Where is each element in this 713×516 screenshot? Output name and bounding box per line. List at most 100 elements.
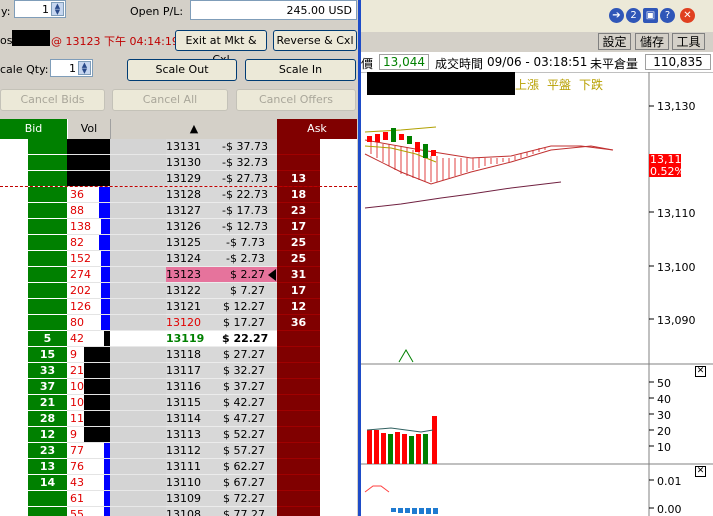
order-cell[interactable]	[110, 363, 166, 379]
ladder-row[interactable]: 88 13127 -$ 17.73 23	[0, 203, 357, 219]
ask-header[interactable]: Ask	[277, 119, 357, 139]
order-cell[interactable]	[110, 475, 166, 491]
ask-cell[interactable]: 12	[277, 299, 320, 315]
bid-cell[interactable]: 14	[28, 475, 67, 491]
ask-cell[interactable]	[277, 155, 320, 171]
save-button[interactable]: 儲存	[635, 33, 669, 50]
reverse-button[interactable]: Reverse & Cxl	[273, 30, 357, 51]
bid-cell[interactable]	[28, 315, 67, 331]
price-cell[interactable]: 13118	[166, 347, 222, 363]
price-cell[interactable]: 13113	[166, 427, 222, 443]
scale-out-button[interactable]: Scale Out	[127, 59, 237, 81]
ask-cell[interactable]: 25	[277, 235, 320, 251]
bid-cell[interactable]: 5	[28, 331, 67, 347]
order-cell[interactable]	[110, 187, 166, 203]
order-cell[interactable]	[110, 235, 166, 251]
ladder-row[interactable]: 12 9 13113 $ 52.27	[0, 427, 357, 443]
price-cell[interactable]: 13116	[166, 379, 222, 395]
bid-cell[interactable]	[28, 187, 67, 203]
ask-cell[interactable]: 31	[277, 267, 320, 283]
bid-cell[interactable]	[28, 267, 67, 283]
order-cell[interactable]	[110, 251, 166, 267]
close-pane-icon[interactable]: ✕	[695, 366, 706, 377]
price-cell[interactable]: 13124	[166, 251, 222, 267]
bid-header[interactable]: Bid	[0, 119, 67, 139]
ask-cell[interactable]: 25	[277, 251, 320, 267]
window-icon[interactable]: ▣	[643, 8, 658, 23]
price-cell[interactable]: 13128	[166, 187, 222, 203]
order-cell[interactable]	[110, 347, 166, 363]
exit-at-market-button[interactable]: Exit at Mkt & Cxl	[175, 30, 267, 66]
close-pane-icon[interactable]: ✕	[695, 466, 706, 477]
bid-cell[interactable]: 12	[28, 427, 67, 443]
help-icon[interactable]: ?	[660, 8, 675, 23]
ask-cell[interactable]: 17	[277, 219, 320, 235]
bid-cell[interactable]	[28, 299, 67, 315]
ladder-row[interactable]: 28 11 13114 $ 47.27	[0, 411, 357, 427]
bid-cell[interactable]: 15	[28, 347, 67, 363]
ladder-row[interactable]: 138 13126 -$ 12.73 17	[0, 219, 357, 235]
ask-cell[interactable]	[277, 507, 320, 516]
bid-cell[interactable]: 37	[28, 379, 67, 395]
ask-cell[interactable]	[277, 475, 320, 491]
bid-cell[interactable]	[28, 507, 67, 516]
bid-cell[interactable]	[28, 235, 67, 251]
order-cell[interactable]	[110, 203, 166, 219]
ask-cell[interactable]	[277, 379, 320, 395]
price-cell[interactable]: 13114	[166, 411, 222, 427]
price-cell[interactable]: 13129	[166, 171, 222, 187]
price-cell[interactable]: 13112	[166, 443, 222, 459]
order-cell[interactable]	[110, 139, 166, 155]
bid-cell[interactable]: 13	[28, 459, 67, 475]
scale-qty-stepper[interactable]: 1 ▲ ▼	[50, 59, 93, 77]
price-cell[interactable]: 13109	[166, 491, 222, 507]
bid-cell[interactable]	[28, 219, 67, 235]
bid-cell[interactable]	[28, 139, 67, 155]
ask-cell[interactable]: 17	[277, 283, 320, 299]
bid-cell[interactable]	[28, 491, 67, 507]
ask-cell[interactable]: 23	[277, 203, 320, 219]
price-cell[interactable]: 13121	[166, 299, 222, 315]
ladder-row[interactable]: 13 76 13111 $ 62.27	[0, 459, 357, 475]
ask-cell[interactable]	[277, 331, 320, 347]
ask-cell[interactable]	[277, 427, 320, 443]
tools-button[interactable]: 工具	[672, 33, 705, 50]
quantity-stepper[interactable]: 1 ▲ ▼	[14, 0, 66, 18]
price-cell[interactable]: 13117	[166, 363, 222, 379]
order-cell[interactable]	[110, 315, 166, 331]
cancel-bids-button[interactable]: Cancel Bids	[0, 89, 105, 111]
ask-cell[interactable]: 36	[277, 315, 320, 331]
ladder-row[interactable]: 15 9 13118 $ 27.27	[0, 347, 357, 363]
spin-arrows-icon[interactable]: ▲ ▼	[51, 2, 64, 16]
bid-cell[interactable]	[28, 251, 67, 267]
ladder-row[interactable]: 80 13120 $ 17.27 36	[0, 315, 357, 331]
vol-header[interactable]: Vol	[67, 119, 110, 139]
order-cell[interactable]	[110, 459, 166, 475]
number-2-icon[interactable]: 2	[626, 8, 641, 23]
order-cell[interactable]	[110, 491, 166, 507]
scale-in-button[interactable]: Scale In	[245, 59, 356, 81]
bid-cell[interactable]: 33	[28, 363, 67, 379]
order-cell[interactable]	[110, 219, 166, 235]
ladder-row[interactable]: 14 43 13110 $ 67.27	[0, 475, 357, 491]
price-cell[interactable]: 13111	[166, 459, 222, 475]
ask-cell[interactable]	[277, 363, 320, 379]
ladder-row[interactable]: 33 21 13117 $ 32.27	[0, 363, 357, 379]
order-cell[interactable]	[110, 443, 166, 459]
price-chart[interactable]: 上漲 平盤 下跌 13,130 13,110 13,100 13,090 13,…	[361, 72, 713, 516]
price-cell[interactable]: 13131	[166, 139, 222, 155]
ladder-row[interactable]: 37 10 13116 $ 37.27	[0, 379, 357, 395]
price-cell[interactable]: 13123	[166, 267, 222, 283]
price-cell[interactable]: 13120	[166, 315, 222, 331]
bid-cell[interactable]	[28, 171, 67, 187]
arrow-right-icon[interactable]: ➔	[609, 8, 624, 23]
order-cell[interactable]	[110, 395, 166, 411]
price-cell[interactable]: 13130	[166, 155, 222, 171]
bid-cell[interactable]	[28, 203, 67, 219]
order-cell[interactable]	[110, 267, 166, 283]
ladder-row[interactable]: 13130 -$ 32.73	[0, 155, 357, 171]
price-cell[interactable]: 13110	[166, 475, 222, 491]
bid-cell[interactable]: 21	[28, 395, 67, 411]
order-cell[interactable]	[110, 171, 166, 187]
ask-cell[interactable]	[277, 459, 320, 475]
